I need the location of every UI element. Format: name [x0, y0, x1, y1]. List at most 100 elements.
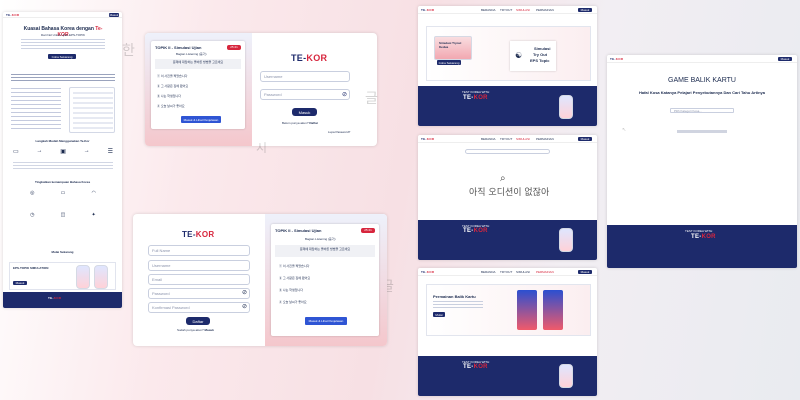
game-list-page: TE-KOR BERANDA TRYOUT SIMULASI PERMAINAN… [418, 268, 597, 396]
nav-item[interactable]: BERANDA [481, 137, 496, 141]
answer-option[interactable]: ④ 오늘 날씨가 좋아요 [279, 300, 307, 304]
navbar: TE-KOR BERANDA TRYOUT SIMULASI PERMAINAN… [418, 268, 597, 276]
flip-card-game-page: TE-KOR Masuk GAME BALIK KARTU Hafal Kosa… [607, 55, 797, 268]
landing-page: TE-KOR Masuk Kuasai Bahasa Korea dengan … [3, 12, 122, 308]
answer-option[interactable]: ④ 오늘 날씨가 좋아요 [157, 104, 185, 108]
sim-thumbnail: Simulasi Tryout Kedua [434, 36, 472, 60]
nav-item[interactable]: PERMAINAN [536, 8, 554, 12]
phone-mockup [559, 95, 573, 119]
game-card-image [543, 290, 563, 330]
phone-mockup [94, 265, 108, 289]
footer-tagline: TEST KOREA WITH [685, 229, 713, 233]
answer-option[interactable]: ① 이 사진을 찍었습니다 [157, 74, 187, 78]
login-button[interactable]: Masuk [578, 137, 592, 141]
category-select[interactable]: Pilih Kategori Kosa... [670, 108, 734, 113]
start-banner: EPS-TOPIK SIMULATION Masuk [9, 262, 116, 290]
register-prompt: Belum punya akun? Daftar [282, 121, 319, 125]
navbar: TE-KOR BERANDA TRYOUT SIMULASI PERMAINAN… [418, 135, 597, 143]
gamepad-icon: ◫ [60, 212, 66, 218]
hero-paragraph [21, 39, 105, 51]
nav-item[interactable]: SIMULASI [516, 270, 530, 274]
answer-option[interactable]: ① 이 사진을 찍었습니다 [279, 264, 309, 268]
phone-mockup [559, 228, 573, 252]
game-page-title: GAME BALIK KARTU [668, 77, 736, 84]
login-button[interactable]: Masuk [578, 8, 592, 12]
wifi-icon: ◠ [91, 190, 96, 196]
login-page: TOPIK II - Simulasi Ujian 25:41 Bagian L… [145, 33, 377, 146]
preview-lines [73, 92, 113, 130]
try-now-button[interactable]: Coba Sekarang [437, 60, 461, 65]
search-input[interactable] [465, 149, 550, 154]
landing-footer: TE-KOR [3, 292, 122, 308]
answer-option[interactable]: ② 그 사람은 집에 왔어요 [279, 276, 310, 280]
features-grid: ◎ ▭ ◠ ◷ ◫ ✦ [17, 190, 109, 230]
login-logo: TE-KOR [291, 53, 328, 63]
section-heading-features: Tingkatkan kemampuan Bahasa Korea [35, 180, 90, 184]
nav-item[interactable]: BERANDA [481, 8, 496, 12]
banner-line: EPS Topic [530, 58, 550, 63]
password-input[interactable]: Password [148, 288, 250, 299]
nav-item[interactable]: TRYOUT [500, 8, 512, 12]
try-now-button[interactable]: Coba Sekarang [48, 54, 76, 59]
answer-option[interactable]: ③ 나는 학생입니다 [157, 94, 181, 98]
login-submit-button[interactable]: Masuk [292, 108, 317, 116]
play-button[interactable]: Mulai [433, 312, 445, 317]
email-input[interactable]: Email [148, 274, 250, 285]
section-heading-start: Mulai Sekarang [51, 250, 74, 254]
register-link[interactable]: Daftar [309, 121, 318, 125]
password-input[interactable]: Password [260, 89, 350, 100]
hangul-glyph: 한 [122, 43, 135, 59]
exam-preview-panel: TOPIK II - Simulasi Ujian 25:41 Bagian L… [145, 33, 252, 146]
eye-off-icon[interactable]: ⊘ [242, 289, 247, 296]
nav-item[interactable]: PERMAINAN [536, 137, 554, 141]
start-exam-button[interactable]: Masuk & Lihat Penjelasan [305, 317, 347, 325]
simulation-card: Simulasi Tryout Kedua Coba Sekarang ☯ Si… [426, 26, 591, 81]
eye-off-icon[interactable]: ⊘ [242, 303, 247, 310]
login-link[interactable]: Masuk [205, 328, 214, 332]
phone-mockup [559, 364, 573, 388]
login-button[interactable]: Masuk [778, 57, 792, 61]
korea-flag-icon: ☯ [515, 51, 523, 60]
register-submit-button[interactable]: Daftar [186, 317, 210, 325]
nav-item[interactable]: TRYOUT [500, 270, 512, 274]
register-logo: TE-KOR [182, 230, 215, 239]
arrow-icon: ↖ [622, 127, 627, 133]
steps-captions [13, 162, 113, 170]
username-input[interactable]: Username [148, 260, 250, 271]
login-button[interactable]: Masuk [109, 13, 119, 17]
answer-option[interactable]: ② 그 사람은 집에 왔어요 [157, 84, 188, 88]
star-icon: ✦ [91, 212, 96, 218]
nav-item[interactable]: TRYOUT [500, 137, 512, 141]
navbar: TE-KOR BERANDA TRYOUT SIMULASI PERMAINAN… [418, 6, 597, 14]
empty-message: 아직 오디션이 없잖아 [469, 188, 550, 198]
forgot-password-link[interactable]: Lupa Password? [328, 130, 350, 134]
landing-navbar: TE-KOR Masuk [3, 12, 122, 18]
game-description [433, 301, 483, 309]
footer-tagline: TEST KOREA WITH [462, 90, 490, 94]
section-label: Bagian Listening (듣기) [305, 237, 336, 241]
eye-off-icon[interactable]: ⊘ [342, 91, 347, 98]
nav-item[interactable]: BERANDA [481, 270, 496, 274]
exam-header: TOPIK II - Simulasi Ujian [275, 228, 322, 233]
footer: TEST KOREA WITH TE-KOR [418, 356, 597, 396]
timer-badge: 25:41 [361, 228, 375, 233]
empty-state-page: TE-KOR BERANDA TRYOUT SIMULASI PERMAINAN… [418, 135, 597, 260]
game-title: Permainan Balik Kartu [433, 294, 476, 299]
answer-option[interactable]: ③ 나는 학생입니다 [279, 288, 303, 292]
banner-button[interactable]: Masuk [13, 281, 27, 285]
headphone-icon: ◎ [30, 190, 35, 196]
hero-subtitle: Dari Nol Untuk Ujian EPS-TOPIK [41, 33, 85, 37]
section-label: Bagian Listening (듣기) [176, 52, 207, 56]
logo[interactable]: TE-KOR [6, 13, 19, 17]
nav-item[interactable]: PERMAINAN [536, 270, 554, 274]
login-button[interactable]: Masuk [578, 270, 592, 274]
section-heading-steps: Langkah Mudah Menggunakan Te-Kor [35, 139, 90, 143]
nav-item[interactable]: SIMULASI [516, 137, 530, 141]
game-card: Permainan Balik Kartu Mulai [426, 284, 591, 336]
start-exam-button[interactable]: Masuk & Lihat Penjelasan [181, 116, 221, 123]
nav-item[interactable]: SIMULASI [516, 8, 530, 12]
confirm-password-input[interactable]: Konfirmasi Password [148, 302, 250, 313]
username-input[interactable]: Username [260, 71, 350, 82]
fullname-input[interactable]: Full Name [148, 245, 250, 256]
sim-banner: ☯ Simulasi Try Out EPS Topic [510, 41, 556, 71]
